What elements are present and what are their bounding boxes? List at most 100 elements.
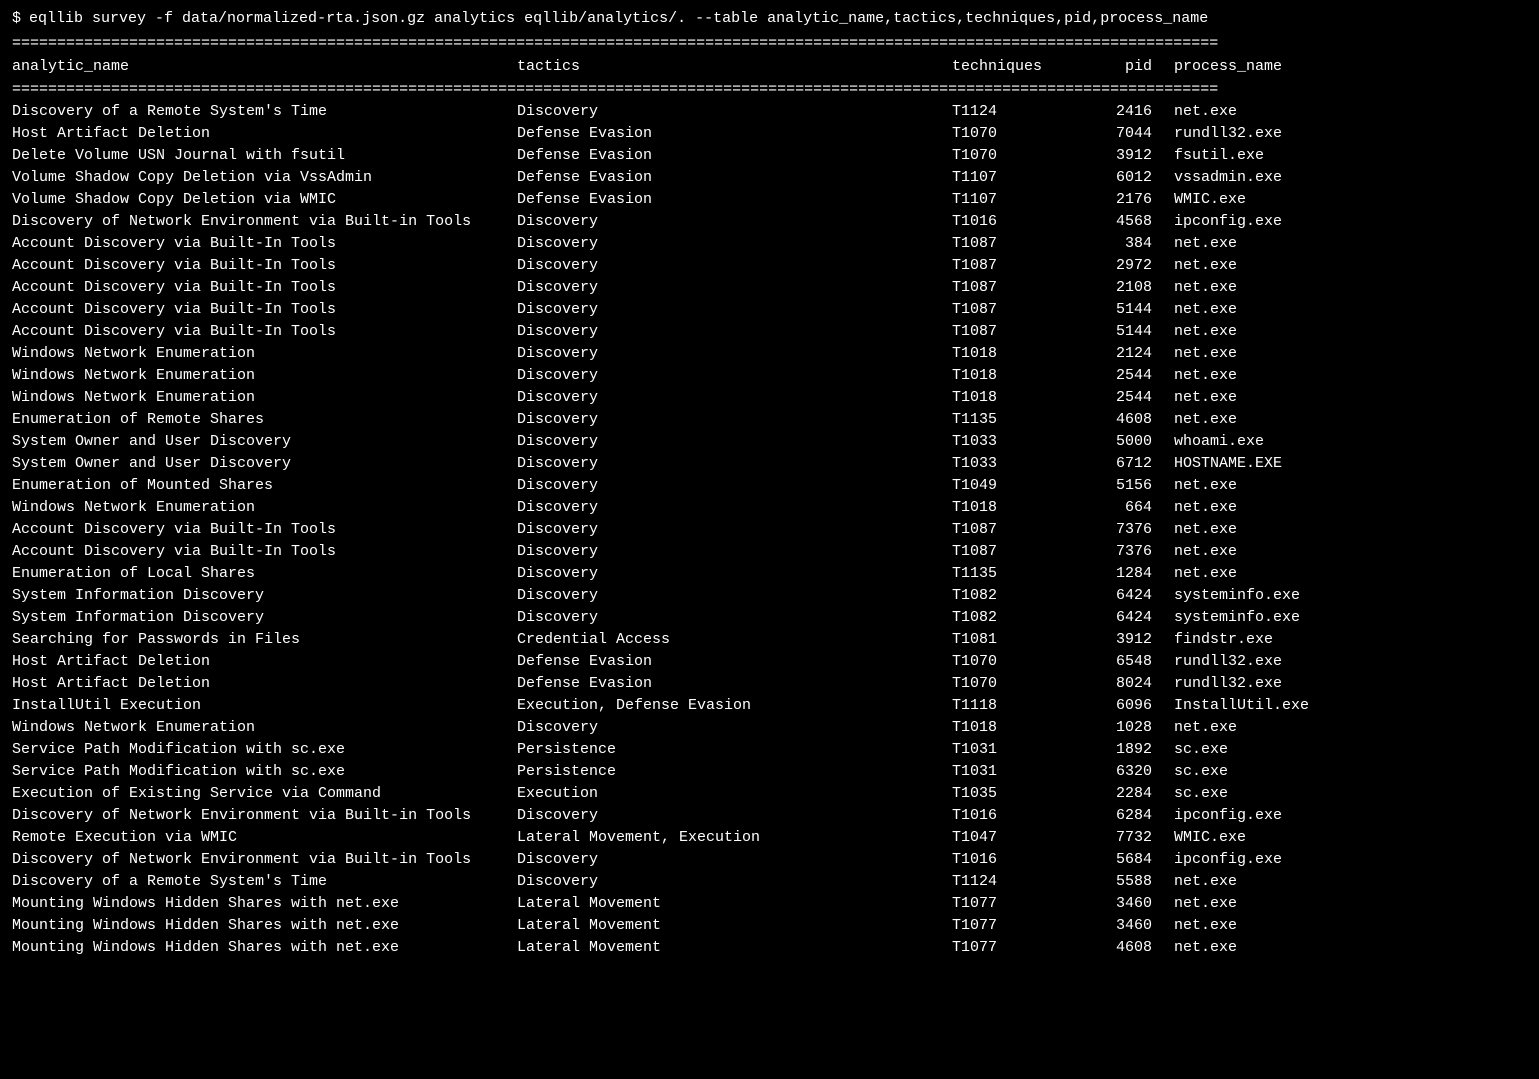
- cell-analytic-name: Service Path Modification with sc.exe: [12, 739, 517, 760]
- cell-tactics: Defense Evasion: [517, 651, 952, 672]
- cell-tactics: Discovery: [517, 805, 952, 826]
- cell-tactics: Discovery: [517, 409, 952, 430]
- cell-tactics: Lateral Movement, Execution: [517, 827, 952, 848]
- cell-tactics: Discovery: [517, 211, 952, 232]
- cell-analytic-name: Windows Network Enumeration: [12, 497, 517, 518]
- cell-process-name: net.exe: [1162, 387, 1342, 408]
- cell-tactics: Discovery: [517, 585, 952, 606]
- cell-analytic-name: Host Artifact Deletion: [12, 673, 517, 694]
- cell-tactics: Discovery: [517, 871, 952, 892]
- cell-tactics: Defense Evasion: [517, 123, 952, 144]
- cell-techniques: T1135: [952, 563, 1092, 584]
- table-row: Windows Network EnumerationDiscoveryT101…: [12, 342, 1527, 364]
- cell-analytic-name: Execution of Existing Service via Comman…: [12, 783, 517, 804]
- cell-process-name: net.exe: [1162, 893, 1342, 914]
- cell-analytic-name: Account Discovery via Built-In Tools: [12, 255, 517, 276]
- cell-pid: 7044: [1092, 123, 1162, 144]
- cell-process-name: fsutil.exe: [1162, 145, 1342, 166]
- cell-analytic-name: System Information Discovery: [12, 607, 517, 628]
- cell-analytic-name: System Owner and User Discovery: [12, 453, 517, 474]
- cell-process-name: rundll32.exe: [1162, 123, 1342, 144]
- cell-analytic-name: Mounting Windows Hidden Shares with net.…: [12, 915, 517, 936]
- cell-process-name: HOSTNAME.EXE: [1162, 453, 1342, 474]
- cell-tactics: Defense Evasion: [517, 167, 952, 188]
- table-row: System Information DiscoveryDiscoveryT10…: [12, 584, 1527, 606]
- table-row: Windows Network EnumerationDiscoveryT101…: [12, 386, 1527, 408]
- cell-analytic-name: Account Discovery via Built-In Tools: [12, 233, 517, 254]
- cell-tactics: Discovery: [517, 541, 952, 562]
- cell-process-name: net.exe: [1162, 563, 1342, 584]
- table-header-row: analytic_name tactics techniques pid pro…: [12, 56, 1527, 77]
- table-row: Delete Volume USN Journal with fsutilDef…: [12, 144, 1527, 166]
- table-row: Host Artifact DeletionDefense EvasionT10…: [12, 122, 1527, 144]
- cell-pid: 6424: [1092, 585, 1162, 606]
- cell-techniques: T1070: [952, 123, 1092, 144]
- cell-tactics: Defense Evasion: [517, 145, 952, 166]
- cell-process-name: net.exe: [1162, 321, 1342, 342]
- cell-techniques: T1018: [952, 497, 1092, 518]
- table-row: Account Discovery via Built-In ToolsDisc…: [12, 540, 1527, 562]
- cell-tactics: Discovery: [517, 387, 952, 408]
- cell-tactics: Defense Evasion: [517, 189, 952, 210]
- cell-tactics: Execution: [517, 783, 952, 804]
- cell-pid: 2544: [1092, 387, 1162, 408]
- cell-pid: 6012: [1092, 167, 1162, 188]
- cell-pid: 5144: [1092, 321, 1162, 342]
- table-row: Mounting Windows Hidden Shares with net.…: [12, 892, 1527, 914]
- cell-techniques: T1018: [952, 717, 1092, 738]
- cell-techniques: T1135: [952, 409, 1092, 430]
- table-row: System Owner and User DiscoveryDiscovery…: [12, 452, 1527, 474]
- header-process-name: process_name: [1162, 56, 1342, 77]
- cell-analytic-name: Mounting Windows Hidden Shares with net.…: [12, 937, 517, 958]
- table-row: Account Discovery via Built-In ToolsDisc…: [12, 276, 1527, 298]
- cell-techniques: T1087: [952, 299, 1092, 320]
- cell-analytic-name: Windows Network Enumeration: [12, 717, 517, 738]
- cell-pid: 7376: [1092, 541, 1162, 562]
- cell-techniques: T1049: [952, 475, 1092, 496]
- cell-pid: 6284: [1092, 805, 1162, 826]
- cell-analytic-name: Discovery of Network Environment via Bui…: [12, 805, 517, 826]
- cell-techniques: T1031: [952, 761, 1092, 782]
- cell-techniques: T1047: [952, 827, 1092, 848]
- cell-tactics: Discovery: [517, 453, 952, 474]
- cell-techniques: T1107: [952, 167, 1092, 188]
- cell-analytic-name: Service Path Modification with sc.exe: [12, 761, 517, 782]
- cell-tactics: Discovery: [517, 519, 952, 540]
- cell-analytic-name: Mounting Windows Hidden Shares with net.…: [12, 893, 517, 914]
- command-line[interactable]: $ eqllib survey -f data/normalized-rta.j…: [12, 8, 1527, 29]
- table-row: Volume Shadow Copy Deletion via VssAdmin…: [12, 166, 1527, 188]
- cell-process-name: net.exe: [1162, 255, 1342, 276]
- cell-process-name: net.exe: [1162, 937, 1342, 958]
- cell-analytic-name: Host Artifact Deletion: [12, 651, 517, 672]
- table-row: Discovery of Network Environment via Bui…: [12, 804, 1527, 826]
- table-row: System Information DiscoveryDiscoveryT10…: [12, 606, 1527, 628]
- table-row: Searching for Passwords in FilesCredenti…: [12, 628, 1527, 650]
- cell-techniques: T1016: [952, 805, 1092, 826]
- cell-techniques: T1087: [952, 277, 1092, 298]
- cell-techniques: T1087: [952, 541, 1092, 562]
- cell-pid: 4608: [1092, 937, 1162, 958]
- cell-process-name: net.exe: [1162, 717, 1342, 738]
- cell-techniques: T1070: [952, 673, 1092, 694]
- cell-process-name: net.exe: [1162, 871, 1342, 892]
- cell-analytic-name: Discovery of a Remote System's Time: [12, 871, 517, 892]
- table-row: Windows Network EnumerationDiscoveryT101…: [12, 496, 1527, 518]
- cell-pid: 6320: [1092, 761, 1162, 782]
- cell-tactics: Discovery: [517, 321, 952, 342]
- cell-pid: 2544: [1092, 365, 1162, 386]
- cell-process-name: net.exe: [1162, 475, 1342, 496]
- cell-analytic-name: Windows Network Enumeration: [12, 387, 517, 408]
- cell-tactics: Discovery: [517, 563, 952, 584]
- cell-pid: 4568: [1092, 211, 1162, 232]
- cell-techniques: T1118: [952, 695, 1092, 716]
- cell-analytic-name: Delete Volume USN Journal with fsutil: [12, 145, 517, 166]
- cell-tactics: Lateral Movement: [517, 915, 952, 936]
- cell-tactics: Persistence: [517, 761, 952, 782]
- cell-process-name: sc.exe: [1162, 783, 1342, 804]
- cell-techniques: T1070: [952, 651, 1092, 672]
- table-row: Mounting Windows Hidden Shares with net.…: [12, 936, 1527, 958]
- cell-techniques: T1035: [952, 783, 1092, 804]
- cell-techniques: T1016: [952, 211, 1092, 232]
- cell-techniques: T1087: [952, 255, 1092, 276]
- cell-tactics: Defense Evasion: [517, 673, 952, 694]
